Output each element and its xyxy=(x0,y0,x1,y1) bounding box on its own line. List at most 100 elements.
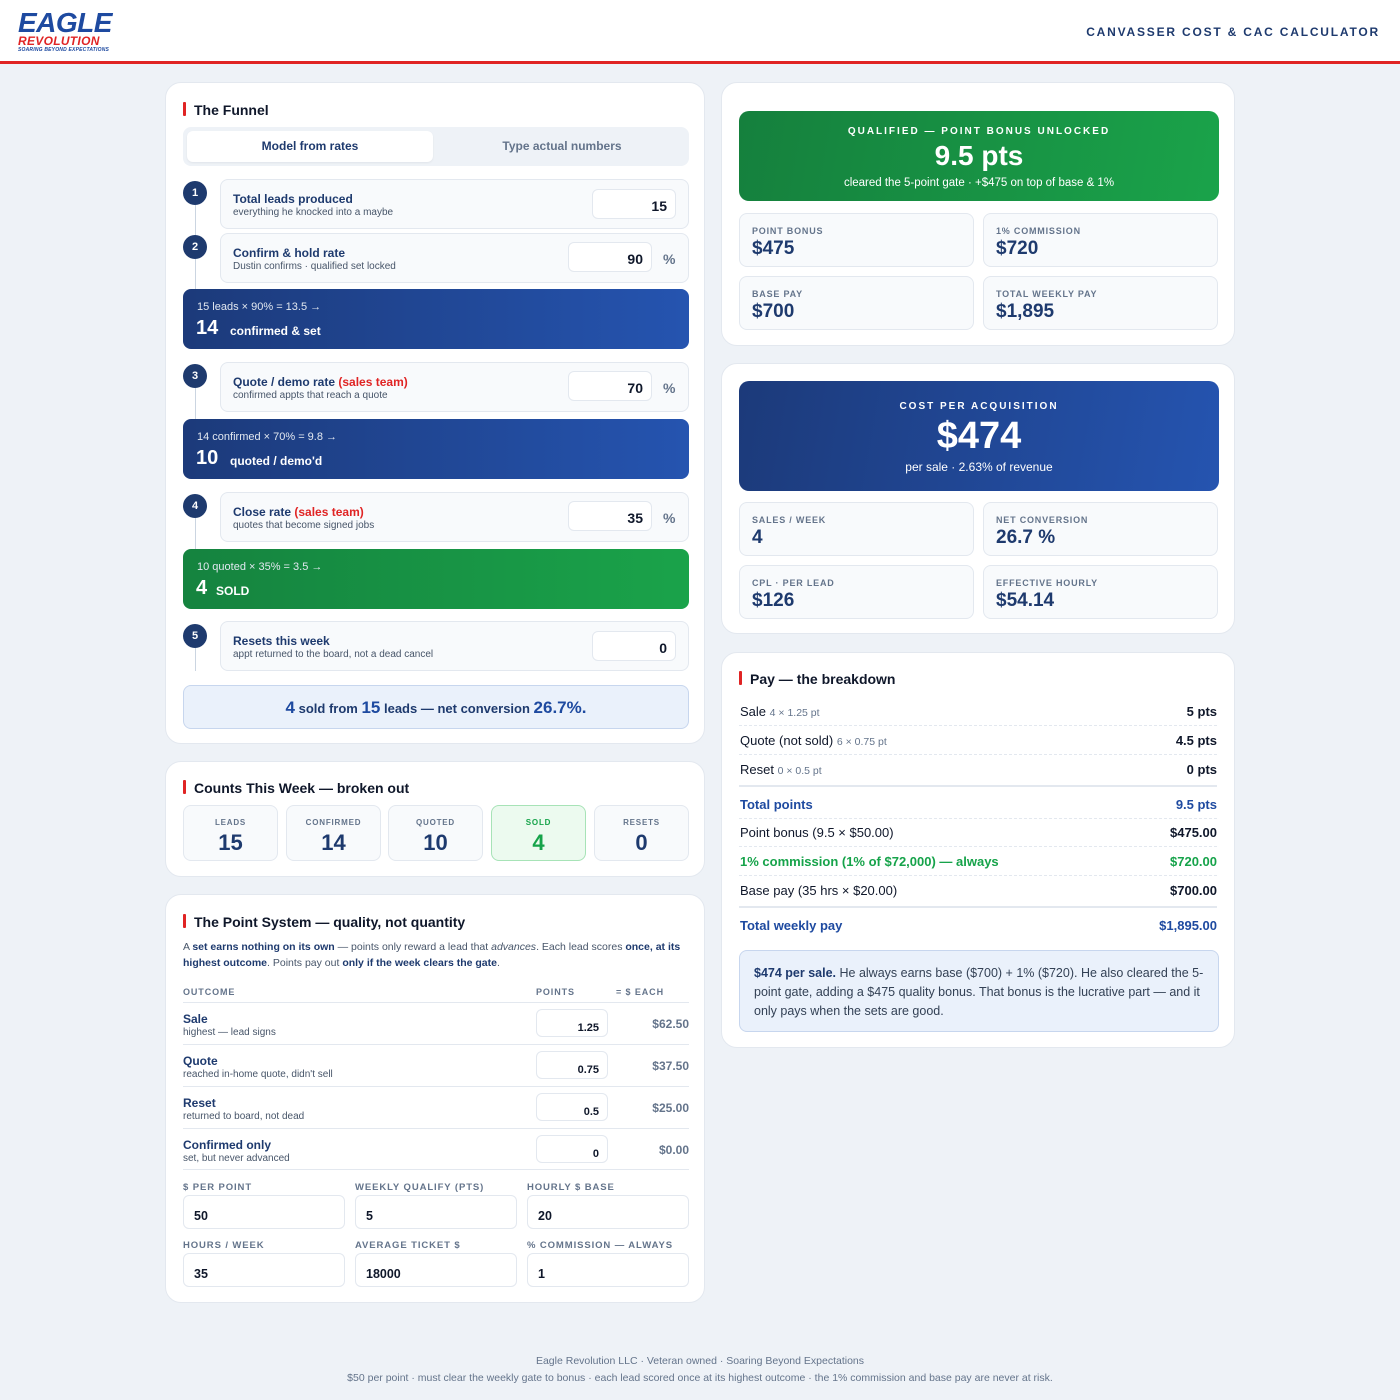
dollar-per-point-input[interactable]: 50 xyxy=(183,1195,345,1229)
confirmed-result-bar: 15 leads × 90% = 13.5 → 14 confirmed & s… xyxy=(183,289,689,349)
counts-title: Counts This Week — broken out xyxy=(183,780,409,796)
breakdown-row-quote: Quote (not sold) 6 × 0.75 pt 4.5 pts xyxy=(739,726,1217,755)
tile-label: SALES / WEEK xyxy=(752,515,827,525)
tile-label: CPL · PER LEAD xyxy=(752,578,835,588)
breakdown-base-pay: Base pay (35 hrs × $20.00) $700.00 xyxy=(739,876,1217,905)
row-value: 5 pts xyxy=(1186,704,1217,719)
quote-rate-input[interactable]: 70 xyxy=(568,371,652,401)
commission-tile: 1% COMMISSION $720 xyxy=(983,213,1218,267)
row-value: $700.00 xyxy=(1170,883,1217,898)
intro-text: A xyxy=(183,941,193,953)
confirm-rate-input[interactable]: 90 xyxy=(568,242,652,272)
step-quote-rate: Quote / demo rate (sales team) confirmed… xyxy=(220,362,689,412)
row-label: Base pay (35 hrs × $20.00) xyxy=(740,883,898,898)
row-value: $1,895.00 xyxy=(1159,918,1217,933)
tile-value: $720 xyxy=(996,238,1039,259)
row-label: Reset 0 × 0.5 pt xyxy=(740,762,822,777)
column-outcome: OUTCOME xyxy=(183,987,236,997)
pay-breakdown-title: Pay — the breakdown xyxy=(739,671,895,687)
step-sub: quotes that become signed jobs xyxy=(233,520,375,531)
divider xyxy=(739,906,1217,908)
confirmed-equation: 15 leads × 90% = 13.5 → xyxy=(197,301,322,313)
outcome-sub: returned to board, not dead xyxy=(183,1111,305,1122)
top-bar: EAGLE REVOLUTION SOARING BEYOND EXPECTAT… xyxy=(0,0,1400,64)
sale-points-input[interactable]: 1.25 xyxy=(536,1009,608,1037)
row-label-detail: 6 × 0.75 pt xyxy=(836,736,887,748)
outcome-label: Confirmed only xyxy=(183,1138,272,1152)
breakdown-note: $474 per sale. He always earns base ($70… xyxy=(739,950,1219,1032)
field-label: % COMMISSION — ALWAYS xyxy=(527,1240,673,1251)
funnel-mode-tabs: Model from rates Type actual numbers xyxy=(183,127,689,166)
total-leads-input[interactable]: 15 xyxy=(592,189,676,219)
cpa-card: COST PER ACQUISITION $474 per sale · 2.6… xyxy=(721,363,1235,634)
intro-emphasis: only if the week clears the gate xyxy=(342,957,497,969)
intro-text: . Each lead scores xyxy=(536,941,626,953)
qualified-card: QUALIFIED — POINT BONUS UNLOCKED 9.5 pts… xyxy=(721,82,1235,346)
net-conversion-tile: NET CONVERSION 26.7 % xyxy=(983,502,1218,556)
count-label: RESETS xyxy=(623,818,660,827)
step-sub: everything he knocked into a maybe xyxy=(233,207,394,218)
point-system-title: The Point System — quality, not quantity xyxy=(183,914,465,930)
field-label: WEEKLY QUALIFY (PTS) xyxy=(355,1182,485,1193)
total-weekly-pay-tile: TOTAL WEEKLY PAY $1,895 xyxy=(983,276,1218,330)
qualified-caption: cleared the 5-point gate · +$475 on top … xyxy=(843,177,1115,189)
average-ticket-input[interactable]: 18000 xyxy=(355,1253,517,1287)
tile-value: $475 xyxy=(752,238,795,259)
step-number-1: 1 xyxy=(183,181,207,205)
resets-input[interactable]: 0 xyxy=(592,631,676,661)
step-number-5: 5 xyxy=(183,624,207,648)
dollar-each: $37.50 xyxy=(652,1059,689,1073)
intro-text: . xyxy=(496,957,500,969)
tab-type-actual-numbers[interactable]: Type actual numbers xyxy=(439,131,685,162)
eagle-revolution-logo[interactable]: EAGLE REVOLUTION SOARING BEYOND EXPECTAT… xyxy=(18,9,128,54)
row-label-text: Sale xyxy=(740,704,770,719)
tab-model-from-rates[interactable]: Model from rates xyxy=(187,131,433,162)
row-label: Point bonus (9.5 × $50.00) xyxy=(740,825,894,840)
quoted-equation: 14 confirmed × 70% = 9.8 → xyxy=(197,431,338,443)
sales-team-tag: (sales team) xyxy=(338,375,408,389)
intro-text: . Points pay out xyxy=(267,957,343,969)
cpl-tile: CPL · PER LEAD $126 xyxy=(739,565,974,619)
breakdown-commission: 1% commission (1% of $72,000) — always $… xyxy=(739,847,1217,876)
table-row: Confirmed only set, but never advanced 0… xyxy=(183,1128,689,1170)
hourly-base-input[interactable]: 20 xyxy=(527,1195,689,1229)
row-value: 9.5 pts xyxy=(1175,797,1217,812)
quote-points-input[interactable]: 0.75 xyxy=(536,1051,608,1079)
cpa-banner: COST PER ACQUISITION $474 per sale · 2.6… xyxy=(739,381,1219,491)
field-label: HOURS / WEEK xyxy=(183,1240,265,1251)
step-confirm-rate: Confirm & hold rate Dustin confirms · qu… xyxy=(220,233,689,283)
step-connector xyxy=(195,259,196,289)
cpa-value: $474 xyxy=(936,415,1022,457)
row-label: Sale 4 × 1.25 pt xyxy=(740,704,820,719)
table-row: Sale highest — lead signs 1.25 $62.50 xyxy=(183,1002,689,1044)
intro-emphasis: set earns nothing on its own xyxy=(192,941,335,953)
table-row: Reset returned to board, not dead 0.5 $2… xyxy=(183,1086,689,1128)
weekly-qualify-input[interactable]: 5 xyxy=(355,1195,517,1229)
footer-line-2: $50 per point · must clear the weekly ga… xyxy=(347,1372,1053,1384)
step-resets: Resets this week appt returned to the bo… xyxy=(220,621,689,671)
reset-points-input[interactable]: 0.5 xyxy=(536,1093,608,1121)
count-label: SOLD xyxy=(525,818,552,827)
field-label: AVERAGE TICKET $ xyxy=(355,1240,461,1251)
sold-result-bar: 10 quoted × 35% = 3.5 → 4 SOLD xyxy=(183,549,689,609)
percent-suffix: % xyxy=(663,510,676,526)
confirmed-label: confirmed & set xyxy=(230,324,321,338)
qualified-points: 9.5 pts xyxy=(934,140,1024,171)
funnel-card: The Funnel Model from rates Type actual … xyxy=(165,82,705,744)
commission-percent-input[interactable]: 1 xyxy=(527,1253,689,1287)
cpa-caption: per sale · 2.63% of revenue xyxy=(905,460,1053,474)
tile-label: TOTAL WEEKLY PAY xyxy=(996,289,1098,299)
confirmed-points-input[interactable]: 0 xyxy=(536,1135,608,1163)
field-label: $ PER POINT xyxy=(183,1182,253,1193)
row-value: $720.00 xyxy=(1170,854,1217,869)
divider xyxy=(739,785,1217,787)
breakdown-total-weekly-pay: Total weekly pay $1,895.00 xyxy=(739,911,1217,940)
tile-label: NET CONVERSION xyxy=(996,515,1089,525)
hours-per-week-input[interactable]: 35 xyxy=(183,1253,345,1287)
close-rate-input[interactable]: 35 xyxy=(568,501,652,531)
count-value: 15 xyxy=(218,830,243,855)
row-label-text: Quote (not sold) xyxy=(740,733,837,748)
outcome-sub: reached in-home quote, didn't sell xyxy=(183,1069,333,1080)
step-label: Quote / demo rate (sales team) xyxy=(233,375,408,389)
pay-breakdown-card: Pay — the breakdown Sale 4 × 1.25 pt 5 p… xyxy=(721,652,1235,1048)
